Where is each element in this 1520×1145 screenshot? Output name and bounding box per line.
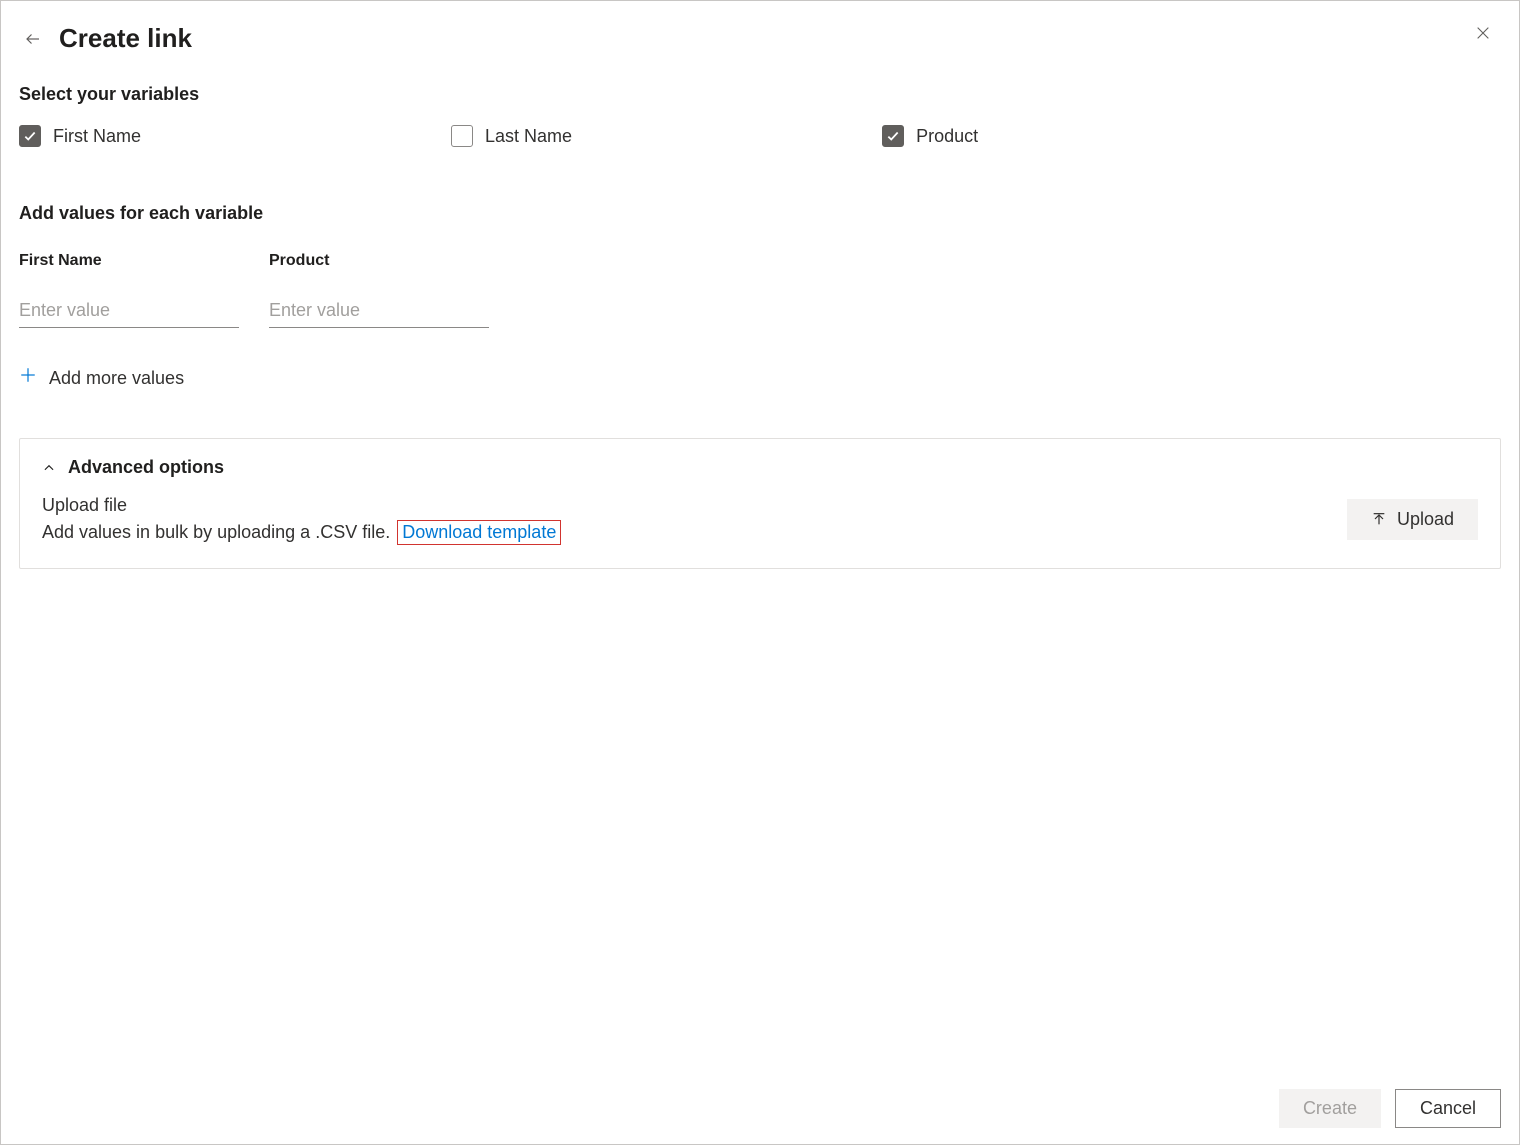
upload-file-label: Upload file: [42, 492, 561, 519]
checkmark-icon: [886, 129, 900, 143]
dialog-footer: Create Cancel: [1279, 1089, 1501, 1128]
values-input-row: First Name Product: [19, 252, 1501, 328]
advanced-options-toggle[interactable]: Advanced options: [42, 457, 1478, 478]
bulk-upload-text: Add values in bulk by uploading a .CSV f…: [42, 522, 390, 542]
checkbox-product[interactable]: Product: [882, 125, 978, 147]
checkbox-label: Last Name: [485, 126, 572, 147]
page-title: Create link: [59, 23, 192, 54]
arrow-left-icon: [24, 30, 42, 48]
checkbox-label: First Name: [53, 126, 141, 147]
upload-description: Upload file Add values in bulk by upload…: [42, 492, 561, 546]
upload-button-label: Upload: [1397, 509, 1454, 530]
advanced-options-panel: Advanced options Upload file Add values …: [19, 438, 1501, 569]
checkbox-box: [882, 125, 904, 147]
add-more-label: Add more values: [49, 368, 184, 389]
input-label: Product: [269, 252, 489, 270]
variables-checkbox-row: First Name Last Name Product: [19, 125, 1501, 147]
checkbox-last-name[interactable]: Last Name: [451, 125, 572, 147]
add-more-values-button[interactable]: Add more values: [19, 366, 1501, 390]
checkbox-box: [19, 125, 41, 147]
checkmark-icon: [23, 129, 37, 143]
checkbox-first-name[interactable]: First Name: [19, 125, 141, 147]
advanced-options-title: Advanced options: [68, 457, 224, 478]
chevron-up-icon: [42, 461, 56, 475]
back-button[interactable]: [19, 25, 47, 53]
page-header: Create link: [19, 23, 1501, 54]
product-input[interactable]: [269, 296, 489, 328]
input-label: First Name: [19, 252, 239, 270]
download-template-link[interactable]: Download template: [397, 520, 561, 545]
add-values-heading: Add values for each variable: [19, 203, 1501, 224]
upload-icon: [1371, 511, 1387, 527]
create-button[interactable]: Create: [1279, 1089, 1381, 1128]
select-variables-heading: Select your variables: [19, 84, 1501, 105]
close-icon: [1475, 25, 1491, 41]
close-button[interactable]: [1469, 19, 1497, 47]
checkbox-box: [451, 125, 473, 147]
upload-button[interactable]: Upload: [1347, 499, 1478, 540]
plus-icon: [19, 366, 37, 390]
first-name-input[interactable]: [19, 296, 239, 328]
input-col-product: Product: [269, 252, 489, 328]
input-col-first-name: First Name: [19, 252, 239, 328]
cancel-button[interactable]: Cancel: [1395, 1089, 1501, 1128]
checkbox-label: Product: [916, 126, 978, 147]
